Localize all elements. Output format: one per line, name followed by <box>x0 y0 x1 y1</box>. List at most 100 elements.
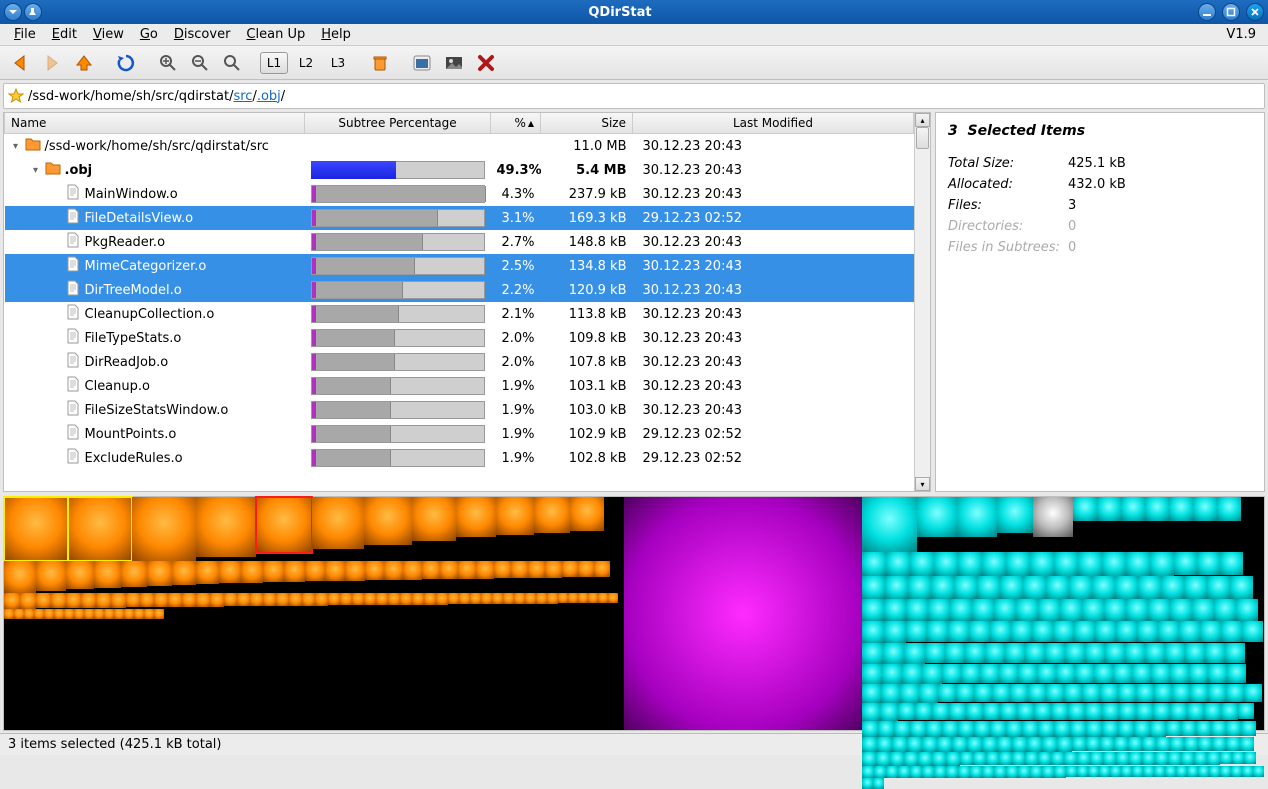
treemap-block[interactable] <box>1242 766 1253 777</box>
treemap-block[interactable] <box>196 593 210 607</box>
treemap-block[interactable] <box>1119 703 1136 720</box>
treemap-block[interactable] <box>886 552 910 576</box>
treemap-block[interactable] <box>1025 643 1045 663</box>
treemap-block[interactable] <box>570 497 604 531</box>
treemap-block[interactable] <box>1100 737 1114 751</box>
treemap-block[interactable] <box>4 609 14 619</box>
treemap-block[interactable] <box>910 552 934 576</box>
treemap-block[interactable] <box>1165 643 1185 663</box>
breadcrumb-link-src[interactable]: src <box>233 89 252 104</box>
treemap-block[interactable] <box>926 721 942 737</box>
treemap-block[interactable] <box>1145 643 1165 663</box>
treemap-block[interactable] <box>1103 752 1116 765</box>
treemap-block[interactable] <box>1220 552 1243 575</box>
treemap-block[interactable] <box>364 497 412 545</box>
treemap-block[interactable] <box>1115 576 1138 599</box>
treemap-block[interactable] <box>1064 752 1077 765</box>
table-row[interactable]: ▸DirTreeModel.o2.2%120.9 kB30.12.23 20:4… <box>5 278 914 302</box>
treemap-block[interactable] <box>1134 721 1150 737</box>
treemap-block[interactable] <box>1225 643 1245 663</box>
treemap-block[interactable] <box>910 721 926 737</box>
treemap-block[interactable] <box>1244 752 1256 764</box>
treemap-block[interactable] <box>1118 721 1134 737</box>
treemap-block[interactable] <box>1226 721 1241 736</box>
treemap-block[interactable] <box>902 664 922 684</box>
menu-discover[interactable]: Discover <box>166 25 239 44</box>
table-row[interactable]: ▸MountPoints.o1.9%102.9 kB29.12.23 02:52 <box>5 422 914 446</box>
table-row[interactable]: ▸CleanupCollection.o2.1%113.8 kB30.12.23… <box>5 302 914 326</box>
treemap-block[interactable] <box>1095 621 1116 642</box>
treemap-block[interactable] <box>862 721 878 737</box>
treemap-block[interactable] <box>972 599 994 621</box>
treemap-block[interactable] <box>1088 766 1099 777</box>
treemap-block[interactable] <box>1046 684 1064 702</box>
treemap-block[interactable] <box>1073 497 1097 521</box>
treemap-block[interactable] <box>982 737 997 752</box>
treemap-block[interactable] <box>862 752 876 766</box>
treemap-block[interactable] <box>241 561 263 583</box>
treemap-block[interactable] <box>196 561 219 584</box>
treemap-block[interactable] <box>458 561 476 579</box>
treemap-block[interactable] <box>598 593 608 603</box>
treemap-block[interactable] <box>906 599 928 621</box>
treemap-block[interactable] <box>1136 684 1154 702</box>
treemap-block[interactable] <box>946 752 960 766</box>
treemap-block[interactable] <box>862 621 884 643</box>
treemap-block[interactable] <box>1038 721 1054 737</box>
treemap-block[interactable] <box>884 621 906 643</box>
treemap-block[interactable] <box>305 561 325 581</box>
treemap-block[interactable] <box>884 599 906 621</box>
treemap-block[interactable] <box>219 561 241 583</box>
treemap-block[interactable] <box>364 593 376 605</box>
treemap-block[interactable] <box>476 561 494 579</box>
treemap-block[interactable] <box>904 643 925 664</box>
treemap-block[interactable] <box>1211 721 1226 736</box>
menu-help[interactable]: Help <box>313 25 359 44</box>
treemap-block[interactable] <box>898 766 910 778</box>
treemap-block[interactable] <box>1028 684 1046 702</box>
treemap-block[interactable] <box>1113 664 1132 683</box>
treemap-block[interactable] <box>1193 497 1217 521</box>
treemap-block[interactable] <box>224 593 237 606</box>
treemap-block[interactable] <box>1170 737 1184 751</box>
treemap-block[interactable] <box>263 561 284 582</box>
treemap-block[interactable] <box>883 643 904 664</box>
treemap-block[interactable] <box>969 621 990 642</box>
treemap-block[interactable] <box>950 599 972 621</box>
treemap-block[interactable] <box>284 561 305 582</box>
treemap-block[interactable] <box>1181 752 1194 765</box>
treemap-block[interactable] <box>882 664 902 684</box>
table-row[interactable]: ▸Cleanup.o1.9%103.1 kB30.12.23 20:43 <box>5 374 914 398</box>
treemap-block[interactable] <box>922 766 934 778</box>
treemap-block[interactable] <box>1221 703 1238 720</box>
treemap-block[interactable] <box>954 576 977 599</box>
treemap-block[interactable] <box>907 737 922 752</box>
treemap-block[interactable] <box>982 766 994 778</box>
treemap-block[interactable] <box>1012 737 1027 752</box>
treemap-block[interactable] <box>1066 766 1077 777</box>
treemap-block[interactable] <box>986 752 999 765</box>
treemap-block[interactable] <box>1016 599 1038 621</box>
treemap-block[interactable] <box>1102 703 1119 720</box>
treemap-block[interactable] <box>1054 721 1070 737</box>
treemap-block[interactable] <box>1085 703 1102 720</box>
treemap-block[interactable] <box>1034 703 1051 720</box>
treemap-block[interactable] <box>4 593 20 609</box>
open-image-button[interactable] <box>440 49 468 77</box>
treemap-block[interactable] <box>66 561 94 589</box>
treemap-block[interactable] <box>983 703 1000 720</box>
treemap-block[interactable] <box>874 766 886 778</box>
treemap-block[interactable] <box>1244 684 1262 702</box>
treemap-block[interactable] <box>494 561 511 578</box>
treemap-block[interactable] <box>973 752 986 765</box>
treemap-block[interactable] <box>1190 684 1208 702</box>
treemap-block[interactable] <box>1121 766 1132 777</box>
treemap-block[interactable] <box>1132 766 1143 777</box>
window-menu-icon[interactable] <box>4 3 22 21</box>
zoom-out-button[interactable] <box>186 49 214 77</box>
treemap-block[interactable] <box>1065 643 1085 663</box>
treemap-block[interactable] <box>1012 752 1025 765</box>
treemap-block[interactable] <box>1027 737 1042 752</box>
treemap-block[interactable] <box>172 561 196 585</box>
treemap-block[interactable] <box>400 593 412 605</box>
